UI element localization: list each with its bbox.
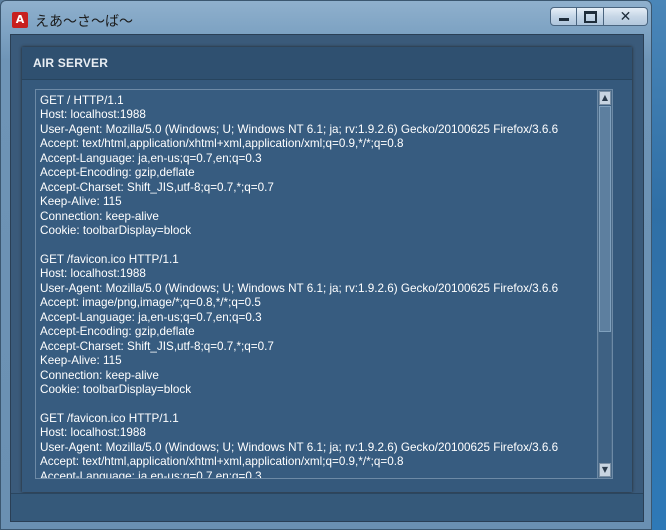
scroll-down-button[interactable]: ▼ [599,463,611,477]
title-bar[interactable]: A えあ～さ～ば～ ✕ [1,1,651,35]
status-bar [11,493,643,521]
panel-title: AIR SERVER [33,56,109,70]
close-button[interactable]: ✕ [604,7,648,26]
minimize-icon [558,18,569,21]
scroll-up-button[interactable]: ▲ [599,91,611,105]
window-controls: ✕ [550,7,648,27]
scroll-thumb[interactable] [599,106,611,332]
minimize-button[interactable] [550,7,577,26]
window-title: えあ～さ～ば～ [35,14,133,30]
server-panel: AIR SERVER GET / HTTP/1.1 Host: localhos… [22,47,632,492]
maximize-button[interactable] [577,7,604,26]
request-log-text[interactable]: GET / HTTP/1.1 Host: localhost:1988 User… [40,94,595,478]
close-icon: ✕ [619,8,632,25]
panel-header: AIR SERVER [22,47,632,80]
client-area: AIR SERVER GET / HTTP/1.1 Host: localhos… [10,34,644,522]
maximize-icon [583,10,597,23]
app-icon: A [12,12,28,28]
app-window: A えあ～さ～ば～ ✕ AIR SERVER GET / HTTP/1.1 Ho… [0,0,652,530]
vertical-scrollbar[interactable]: ▲ ▼ [597,90,612,478]
request-log[interactable]: GET / HTTP/1.1 Host: localhost:1988 User… [35,89,613,479]
